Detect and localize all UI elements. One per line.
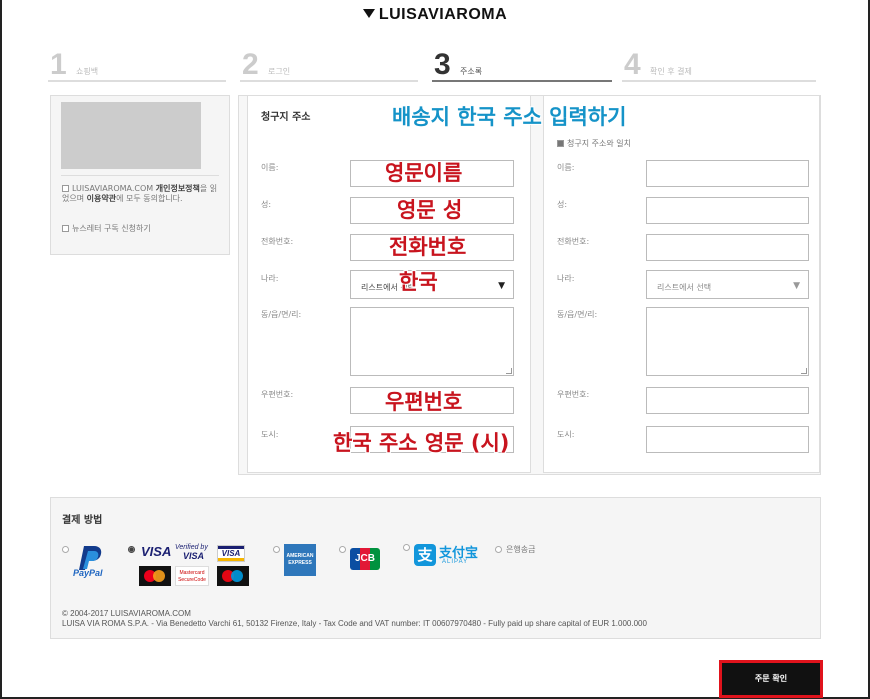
verified-visa-label: VISA [183, 551, 205, 561]
visa-radio[interactable] [128, 546, 135, 553]
annotation-address-city: 한국 주소 영문 (시) [333, 431, 510, 455]
paypal-wordmark: PayPal [73, 568, 103, 578]
mastercard-icon [139, 566, 171, 586]
copyright-text: © 2004-2017 LUISAVIAROMA.COM [62, 609, 191, 618]
jcb-wordmark: JCB [354, 553, 375, 564]
last-name-label: 성: [557, 200, 568, 209]
first-name-label: 이름: [557, 163, 575, 172]
visa-card-icon: VISA [217, 545, 245, 562]
paypal-option[interactable]: PayPal [73, 544, 109, 578]
alipay-radio[interactable] [403, 544, 410, 551]
alipay-option[interactable]: 支 支付宝 ALIPAY [414, 542, 494, 570]
shipping-first-name-input[interactable] [646, 160, 809, 187]
step-number: 1 [50, 48, 67, 81]
first-name-label: 이름: [261, 163, 279, 172]
account-panel: LUISAVIAROMA.COM 개인정보정책을 읽었으며 이용약관에 모두 동… [50, 95, 230, 255]
brand-logo[interactable]: LUISAVIAROMA [0, 6, 870, 24]
resize-handle-icon[interactable] [801, 368, 807, 374]
same-as-billing-label: 청구지 주소와 일치 [567, 139, 631, 148]
same-as-billing-option[interactable]: 청구지 주소와 일치 [557, 139, 631, 149]
annotation-shipping-korea: 배송지 한국 주소 입력하기 [392, 105, 627, 129]
annotation-postal: 우편번호 [385, 390, 463, 414]
city-label: 도시: [261, 430, 279, 439]
payment-panel: 결제 방법 PayPal VISA Verified by VISA VISA … [50, 497, 821, 639]
phone-label: 전화번호: [557, 237, 590, 246]
bank-transfer-label[interactable]: 은행송금 [506, 545, 535, 555]
visa-option[interactable]: VISA Verified by VISA VISA Mastercard Se… [139, 542, 249, 590]
country-label: 나라: [261, 274, 279, 283]
postal-label: 우편번호: [261, 390, 294, 399]
bank-transfer-radio[interactable] [495, 546, 502, 553]
paypal-radio[interactable] [62, 546, 69, 553]
postal-label: 우편번호: [557, 390, 590, 399]
address-label: 동/읍/면/리: [557, 310, 598, 319]
newsletter-checkbox[interactable] [62, 225, 69, 232]
step-login: 2 로그인 [240, 48, 418, 82]
shipping-phone-input[interactable] [646, 234, 809, 261]
amex-option[interactable]: AMERICAN EXPRESS [284, 544, 316, 576]
step-label: 쇼핑백 [76, 67, 99, 76]
mastercard-securecode-icon: Mastercard SecureCode [175, 566, 209, 586]
logo-text: LUISAVIAROMA [378, 6, 508, 23]
terms-link[interactable]: 이용약관 [87, 194, 116, 203]
step-number: 3 [434, 48, 451, 81]
alipay-en-label: ALIPAY [442, 559, 469, 565]
jcb-option[interactable]: JCB [350, 548, 380, 570]
dropdown-caret-icon: ▼ [498, 281, 505, 291]
shipping-postal-input[interactable] [646, 387, 809, 414]
visa-wordmark: VISA [141, 544, 172, 559]
newsletter-option[interactable]: 뉴스레터 구독 신청하기 [62, 224, 151, 234]
logo-triangle-icon [362, 9, 375, 18]
billing-title: 청구지 주소 [261, 112, 311, 123]
last-name-label: 성: [261, 200, 272, 209]
billing-address-card: 청구지 주소 이름: 성: 전화번호: 나라: 리스트에서 선택 ▼ 동/읍/면… [247, 95, 531, 473]
amex-radio[interactable] [273, 546, 280, 553]
same-as-billing-checkbox[interactable] [557, 140, 564, 147]
privacy-checkbox[interactable] [62, 185, 69, 192]
annotation-korea: 한국 [399, 270, 438, 294]
shipping-last-name-input[interactable] [646, 197, 809, 224]
company-info-text: LUISA VIA ROMA S.P.A. - Via Benedetto Va… [62, 619, 647, 628]
privacy-policy-link[interactable]: 개인정보정책 [156, 184, 200, 193]
step-address: 3 주소록 [432, 48, 612, 82]
shipping-city-input[interactable] [646, 426, 809, 453]
resize-handle-icon[interactable] [506, 368, 512, 374]
annotation-english-last-name: 영문 성 [397, 198, 463, 222]
step-label: 주소록 [460, 67, 483, 76]
shipping-country-select[interactable]: 리스트에서 선택 ▼ [646, 270, 809, 299]
step-number: 4 [624, 48, 641, 81]
country-select-value: 리스트에서 선택 [657, 283, 712, 292]
divider [61, 175, 219, 176]
step-confirm-pay: 4 확인 후 결제 [622, 48, 816, 82]
newsletter-label: 뉴스레터 구독 신청하기 [72, 224, 151, 233]
payment-title: 결제 방법 [62, 515, 103, 526]
billing-address-textarea[interactable] [350, 307, 514, 376]
step-number: 2 [242, 48, 259, 81]
annotation-english-first-name: 영문이름 [385, 161, 463, 185]
annotation-phone: 전화번호 [389, 235, 467, 259]
step-label: 로그인 [268, 67, 291, 76]
step-bag: 1 쇼핑백 [48, 48, 226, 82]
shipping-address-card: 청구지 주소와 일치 이름: 성: 전화번호: 나라: 리스트에서 선택 ▼ 동… [543, 95, 820, 473]
alipay-logo-icon: 支 [414, 544, 436, 566]
amex-wordmark: AMERICAN [286, 553, 314, 559]
dropdown-caret-icon: ▼ [793, 281, 800, 291]
city-label: 도시: [557, 430, 575, 439]
confirm-order-button[interactable]: 주문 확인 [719, 660, 823, 698]
country-label: 나라: [557, 274, 575, 283]
verified-by-label: Verified by [175, 544, 208, 551]
address-label: 동/읍/면/리: [261, 310, 302, 319]
step-label: 확인 후 결제 [650, 67, 692, 76]
image-placeholder [61, 102, 201, 169]
shipping-address-textarea[interactable] [646, 307, 809, 376]
maestro-icon [217, 566, 249, 586]
jcb-radio[interactable] [339, 546, 346, 553]
privacy-consent[interactable]: LUISAVIAROMA.COM 개인정보정책을 읽었으며 이용약관에 모두 동… [62, 184, 222, 204]
phone-label: 전화번호: [261, 237, 294, 246]
